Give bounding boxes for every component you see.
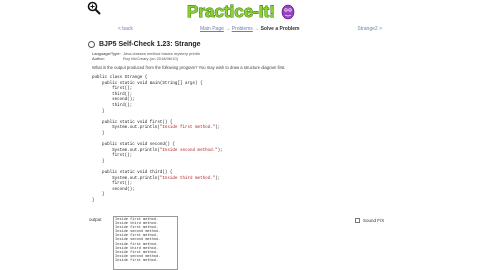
- problem-navigation: < back Main Page → Problems → Solve a Pr…: [118, 26, 382, 36]
- breadcrumb: Main Page → Problems → Solve a Problem: [200, 26, 300, 32]
- mascot-icon: [281, 4, 295, 20]
- breadcrumb-current: Solve a Problem: [260, 26, 300, 32]
- zoom-magnifier-icon[interactable]: [87, 1, 101, 15]
- logo-text: Practice-It!: [187, 2, 275, 21]
- problem-question: What is the output produced from the fol…: [92, 65, 286, 70]
- practice-it-logo[interactable]: Practice-It!: [185, 0, 297, 22]
- meta-value: Roy McCreary (on 2018/06/10): [123, 56, 178, 61]
- code-line: System.out.println("Inside first method.…: [92, 126, 221, 131]
- breadcrumb-separator: →: [225, 26, 231, 32]
- output-textarea[interactable]: Inside first method. Inside third method.…: [113, 216, 178, 270]
- meta-key: Author:: [92, 56, 105, 61]
- sound-fx-label: Sound F/X: [363, 218, 385, 223]
- output-label: output: [89, 217, 102, 222]
- code-listing: public class Strange { public static voi…: [92, 76, 223, 205]
- sound-fx-checkbox[interactable]: [355, 218, 360, 223]
- back-link[interactable]: < back: [118, 26, 133, 32]
- status-circle-icon: [88, 40, 95, 48]
- problem-title-row: BJP5 Self-Check 1.23: Strange: [88, 39, 201, 49]
- problem-title: BJP5 Self-Check 1.23: Strange: [99, 40, 201, 48]
- breadcrumb-main-page[interactable]: Main Page: [200, 26, 224, 32]
- meta-row: Author: Roy McCreary (on 2018/06/10): [92, 56, 200, 61]
- problem-meta: Language/Type: Java classes method basic…: [92, 51, 200, 61]
- code-line: }: [92, 199, 95, 204]
- breadcrumb-separator: →: [254, 26, 260, 32]
- next-problem-link[interactable]: Strange2 >: [357, 26, 382, 32]
- output-line: Inside first method.: [115, 258, 159, 263]
- sound-fx-toggle[interactable]: Sound F/X: [355, 218, 384, 223]
- breadcrumb-problems[interactable]: Problems: [232, 26, 253, 32]
